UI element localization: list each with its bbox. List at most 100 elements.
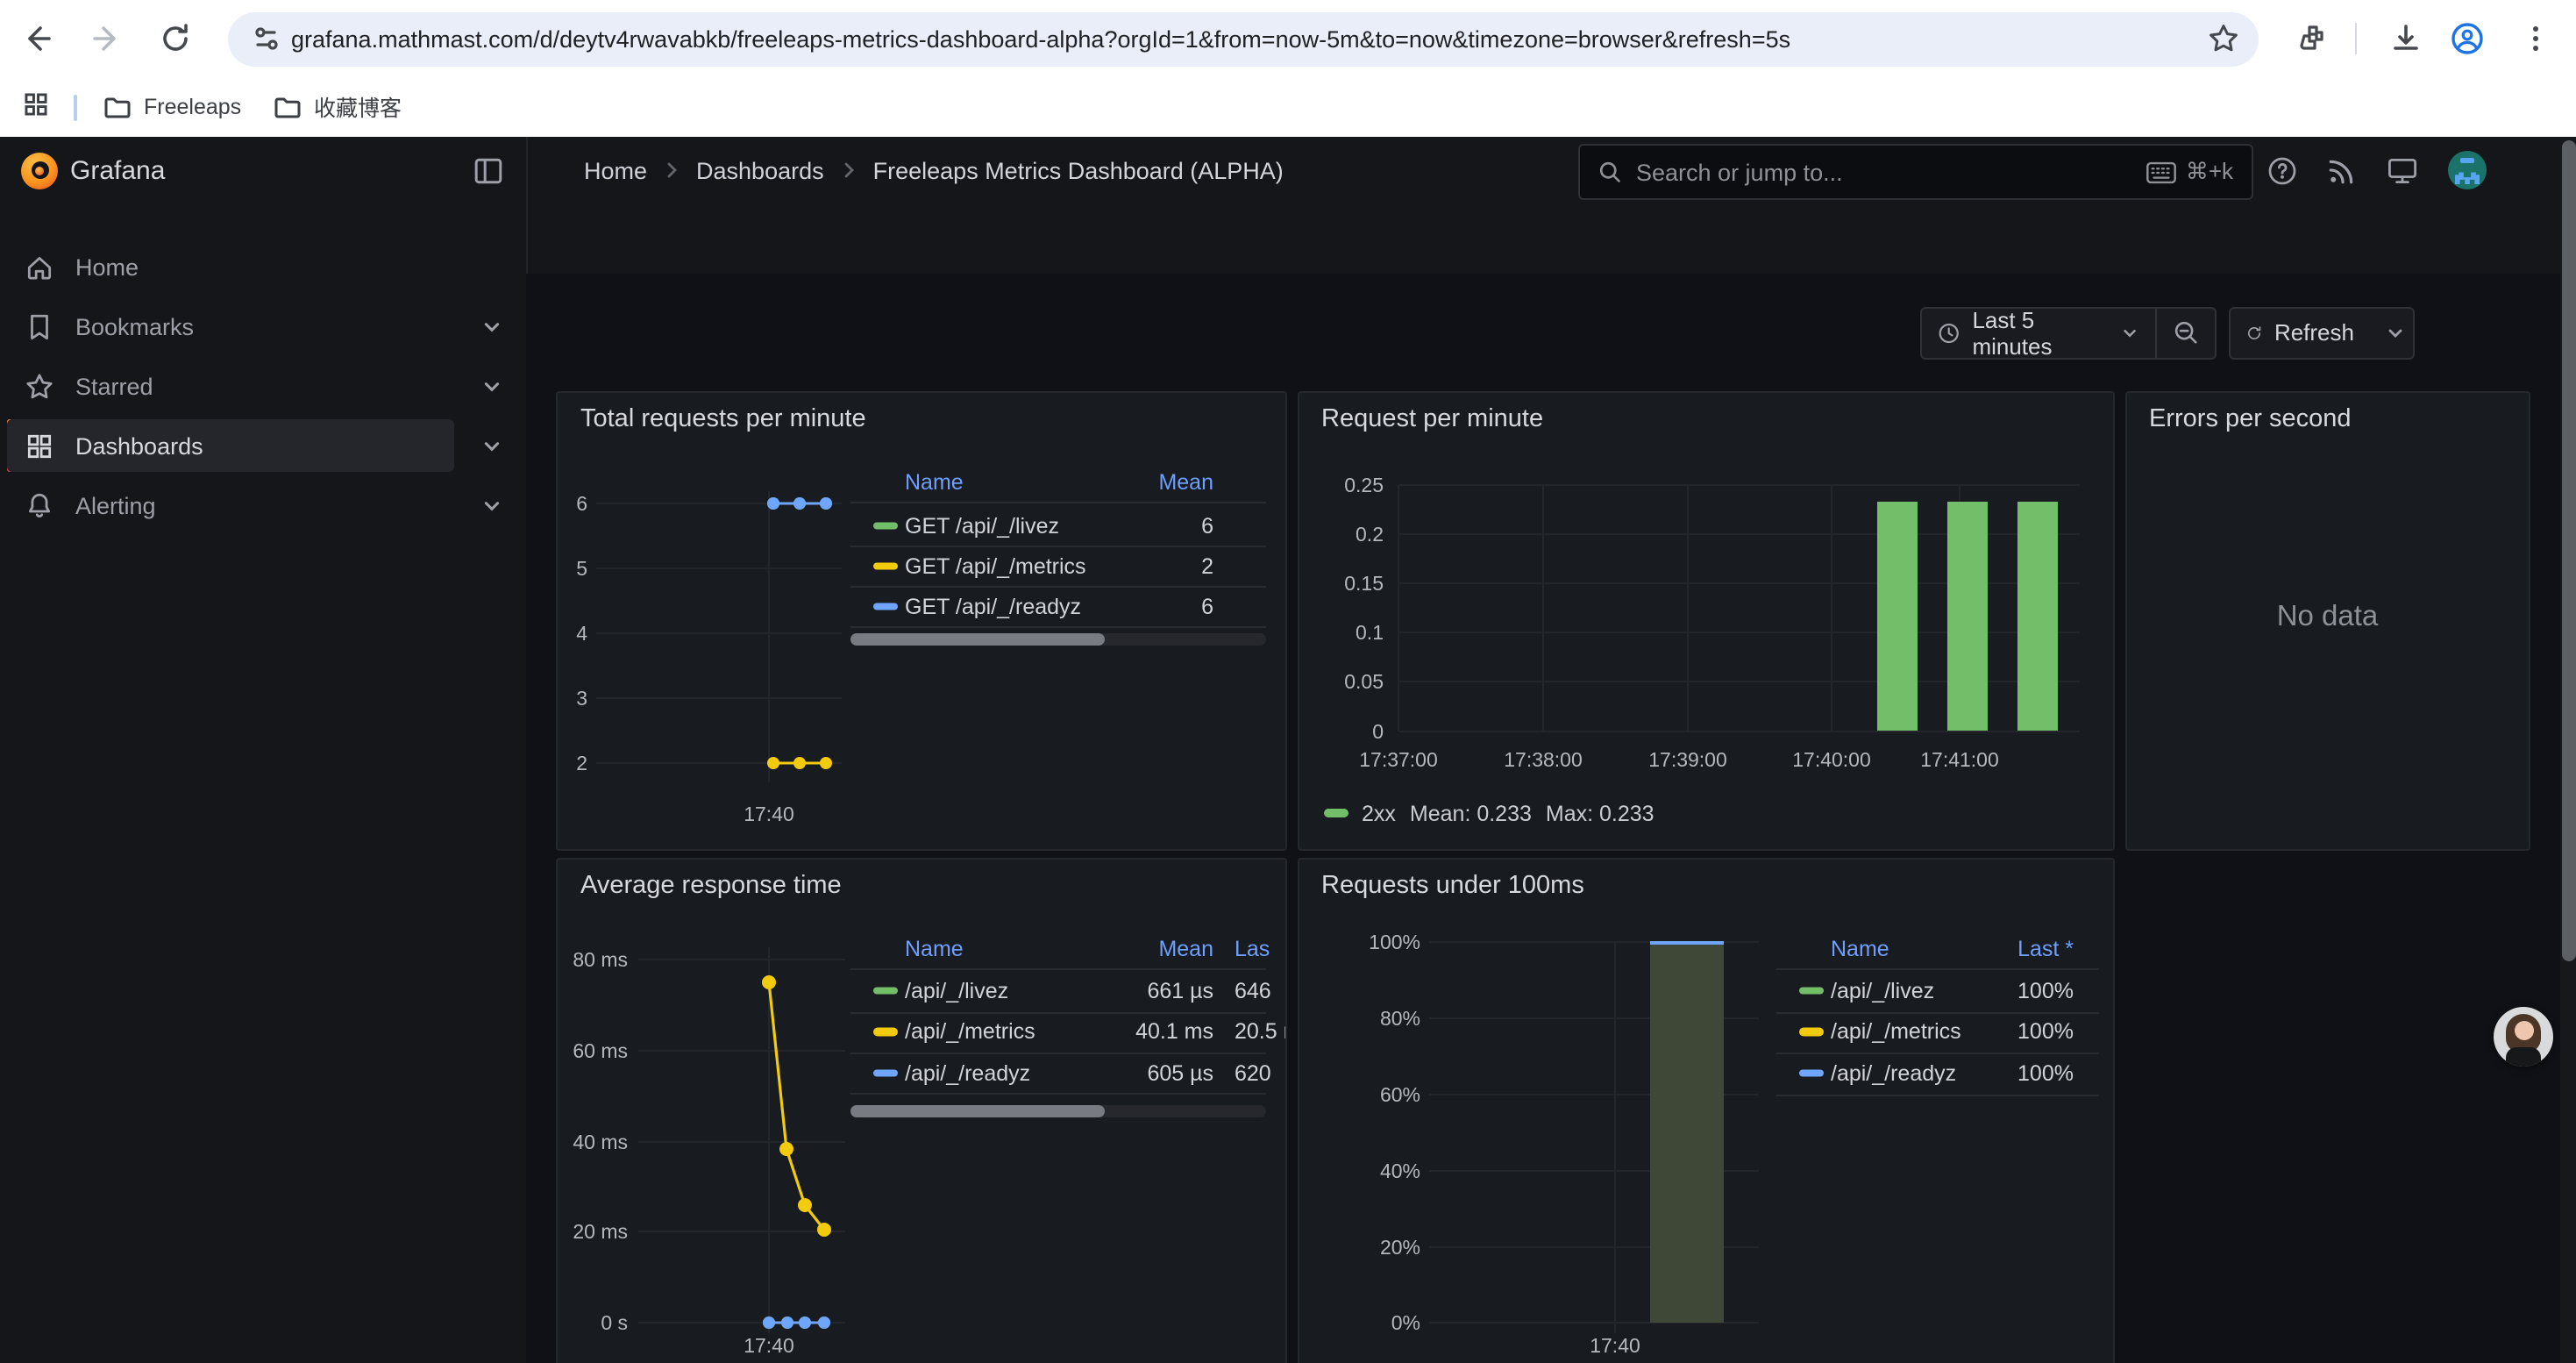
table-separator: [850, 1011, 1266, 1013]
chevron-down-icon: [2123, 324, 2138, 341]
news-rss-icon[interactable]: [2327, 156, 2357, 186]
svg-text:80 ms: 80 ms: [573, 947, 628, 970]
series-legend[interactable]: 2xxMean: 0.233Max: 0.233: [1323, 801, 1654, 825]
grid-icon: [25, 431, 54, 460]
sidebar-item-label: Bookmarks: [75, 313, 194, 339]
scrollbar-thumb[interactable]: [2561, 140, 2575, 961]
sidebar: Home Bookmarks Starred Dashboards Alerti…: [0, 205, 527, 1363]
svg-text:17:40: 17:40: [744, 802, 794, 824]
extensions-icon[interactable]: [2294, 21, 2329, 56]
refresh-interval-dropdown[interactable]: [2370, 308, 2419, 357]
legend-scrollbar-thumb[interactable]: [850, 1104, 1104, 1117]
svg-text:4: 4: [576, 621, 587, 644]
sidebar-toggle-icon[interactable]: [473, 156, 503, 186]
legend-column-header[interactable]: Mean: [1158, 469, 1213, 494]
legend-series-name[interactable]: /api/_/metrics: [1831, 1019, 1961, 1044]
bookmark-star-icon[interactable]: [2206, 21, 2241, 56]
legend-color-pill: [873, 603, 898, 610]
forward-icon[interactable]: [88, 21, 123, 56]
assistant-avatar[interactable]: [2494, 1007, 2553, 1067]
legend-series-name[interactable]: /api/_/readyz: [1831, 1060, 1956, 1085]
profile-icon[interactable]: [2450, 21, 2485, 56]
panel-title[interactable]: Total requests per minute: [580, 404, 866, 432]
panel-chart: 0.250.20.150.10.05017:37:0017:38:0017:39…: [1299, 392, 2113, 848]
monitor-icon[interactable]: [2387, 156, 2418, 186]
refresh-label: Refresh: [2274, 319, 2354, 346]
download-icon[interactable]: [2388, 21, 2423, 56]
brand-area: Grafana: [0, 136, 527, 205]
refresh-button[interactable]: Refresh: [2231, 308, 2370, 357]
svg-text:20%: 20%: [1379, 1235, 1420, 1258]
legend-series-name[interactable]: /api/_/metrics: [905, 1019, 1035, 1044]
panel-title[interactable]: Request per minute: [1321, 404, 1543, 432]
legend-column-header[interactable]: Las: [1235, 936, 1270, 960]
avatar-face: [2514, 1021, 2533, 1040]
svg-text:60%: 60%: [1379, 1082, 1420, 1105]
sidebar-chevron-bookmarks[interactable]: [470, 300, 512, 353]
sidebar-item-starred[interactable]: Starred: [7, 360, 454, 412]
panel-title[interactable]: Requests under 100ms: [1321, 871, 1584, 899]
time-range-picker[interactable]: Last 5 minutes: [1922, 308, 2154, 357]
table-separator: [850, 546, 1266, 547]
panel-request-per-minute: Request per minute 0.250.20.150.10.05017…: [1297, 390, 2115, 850]
legend-series-name[interactable]: /api/_/readyz: [905, 1060, 1030, 1085]
sidebar-item-home[interactable]: Home: [7, 240, 454, 293]
url-text[interactable]: grafana.mathmast.com/d/deytv4rwavabkb/fr…: [291, 25, 2188, 52]
svg-text:6: 6: [576, 491, 587, 514]
svg-text:60 ms: 60 ms: [573, 1038, 628, 1061]
grafana-logo[interactable]: [21, 152, 58, 189]
apps-grid-icon[interactable]: [21, 89, 51, 119]
legend-series-name[interactable]: GET /api/_/livez: [905, 513, 1059, 538]
legend-scrollbar-thumb[interactable]: [850, 632, 1104, 645]
sidebar-item-label: Home: [75, 253, 139, 280]
legend-series-name[interactable]: /api/_/livez: [905, 978, 1008, 1003]
legend-stat: Mean: 0.233: [1410, 801, 1532, 825]
breadcrumb-dashboards[interactable]: Dashboards: [696, 158, 824, 184]
avatar-body: [2506, 1047, 2541, 1067]
clock-icon: [1938, 320, 1960, 345]
bookmark-label: Freeleaps: [144, 95, 241, 119]
star-icon: [25, 371, 54, 401]
site-settings-icon[interactable]: [249, 21, 284, 56]
panel-title[interactable]: Errors per second: [2149, 404, 2352, 432]
legend-column-header[interactable]: Name: [905, 469, 964, 494]
svg-text:40 ms: 40 ms: [573, 1130, 628, 1152]
breadcrumb-home[interactable]: Home: [584, 158, 647, 184]
legend-column-header[interactable]: Last *: [2017, 936, 2074, 960]
user-avatar[interactable]: [2448, 152, 2487, 190]
sidebar-item-alerting[interactable]: Alerting: [7, 479, 454, 532]
panel-chart: 100%80%60%40%20%0%17:40NameLast */api/_/…: [1299, 859, 2113, 1363]
legend-column-header[interactable]: Mean: [1158, 936, 1213, 960]
menu-kebab-icon[interactable]: [2518, 21, 2553, 56]
address-bar[interactable]: grafana.mathmast.com/d/deytv4rwavabkb/fr…: [228, 11, 2259, 66]
keyboard-icon: [2147, 161, 2177, 183]
sidebar-item-dashboards[interactable]: Dashboards: [7, 419, 454, 472]
reload-icon[interactable]: [158, 21, 193, 56]
legend-column-header[interactable]: Name: [905, 936, 964, 960]
sidebar-chevron-starred[interactable]: [470, 360, 512, 412]
svg-text:0.2: 0.2: [1355, 522, 1383, 545]
help-icon[interactable]: [2267, 156, 2297, 186]
sidebar-chevron-dashboards[interactable]: [470, 419, 512, 472]
legend-color-pill: [1799, 1028, 1824, 1036]
sidebar-chevron-alerting[interactable]: [470, 479, 512, 532]
legend-series-name[interactable]: GET /api/_/metrics: [905, 553, 1086, 578]
legend-series-name[interactable]: /api/_/livez: [1831, 978, 1934, 1003]
svg-text:20 ms: 20 ms: [573, 1219, 628, 1242]
page-scrollbar[interactable]: [2560, 137, 2576, 1363]
bookmark-folder-blogs[interactable]: 收藏博客: [274, 77, 402, 136]
home-icon: [25, 252, 54, 282]
bookmark-folder-freeleaps[interactable]: Freeleaps: [103, 77, 241, 136]
browser-toolbar: grafana.mathmast.com/d/deytv4rwavabkb/fr…: [0, 0, 2576, 77]
legend-value: 100%: [2017, 1019, 2074, 1044]
panel-title[interactable]: Average response time: [580, 871, 842, 899]
back-icon[interactable]: [21, 21, 56, 56]
sidebar-item-bookmarks[interactable]: Bookmarks: [7, 300, 454, 353]
search-input[interactable]: Search or jump to... ⌘+k: [1578, 144, 2252, 200]
svg-text:17:41:00: 17:41:00: [1919, 747, 1998, 770]
legend-column-header[interactable]: Name: [1831, 936, 1889, 960]
svg-text:0.15: 0.15: [1343, 571, 1383, 594]
zoom-out-button[interactable]: [2156, 308, 2214, 357]
refresh-icon: [2246, 320, 2262, 345]
legend-series-name[interactable]: GET /api/_/readyz: [905, 594, 1081, 618]
